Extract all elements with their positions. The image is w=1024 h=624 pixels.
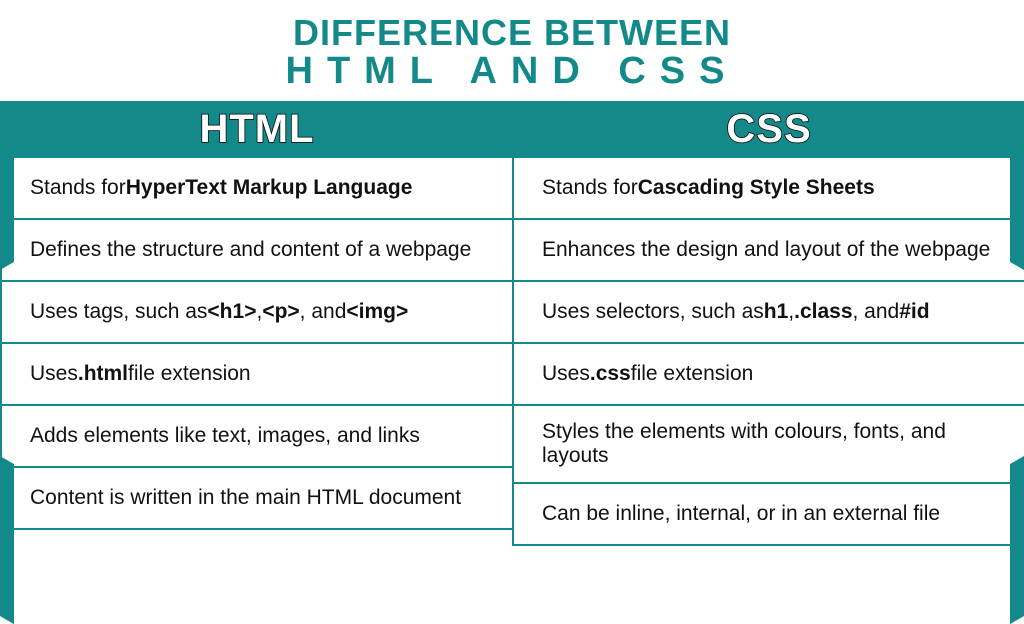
corner-decor: [1010, 102, 1024, 278]
table-cell: Enhances the design and layout of the we…: [514, 220, 1024, 282]
column-css: CSS Stands for Cascading Style Sheets En…: [514, 103, 1024, 546]
column-header-html: HTML: [2, 103, 512, 158]
table-cell: Defines the structure and content of a w…: [2, 220, 512, 282]
table-cell: Stands for Cascading Style Sheets: [514, 158, 1024, 220]
table-cell: Content is written in the main HTML docu…: [2, 468, 512, 530]
page-title: DIFFERENCE BETWEEN HTML AND CSS: [0, 0, 1024, 93]
table-cell: Can be inline, internal, or in an extern…: [514, 484, 1024, 546]
column-html: HTML Stands for HyperText Markup Languag…: [0, 103, 514, 546]
column-header-label: CSS: [726, 107, 811, 151]
table-cell: Stands for HyperText Markup Language: [2, 158, 512, 220]
table-cell: Uses .html file extension: [2, 344, 512, 406]
corner-decor: [0, 448, 14, 624]
table-cell: Uses .css file extension: [514, 344, 1024, 406]
column-header-css: CSS: [514, 103, 1024, 158]
table-cell: Adds elements like text, images, and lin…: [2, 406, 512, 468]
title-line1: DIFFERENCE BETWEEN: [0, 12, 1024, 54]
table-cell: Uses selectors, such as h1, .class, and …: [514, 282, 1024, 344]
table-cell: Styles the elements with colours, fonts,…: [514, 406, 1024, 484]
column-header-label: HTML: [199, 107, 314, 151]
comparison-table: HTML Stands for HyperText Markup Languag…: [0, 101, 1024, 546]
corner-decor: [0, 102, 14, 278]
corner-decor: [1010, 448, 1024, 624]
table-cell: Uses tags, such as <h1>, <p>, and <img>: [2, 282, 512, 344]
title-line2: HTML AND CSS: [0, 50, 1024, 93]
